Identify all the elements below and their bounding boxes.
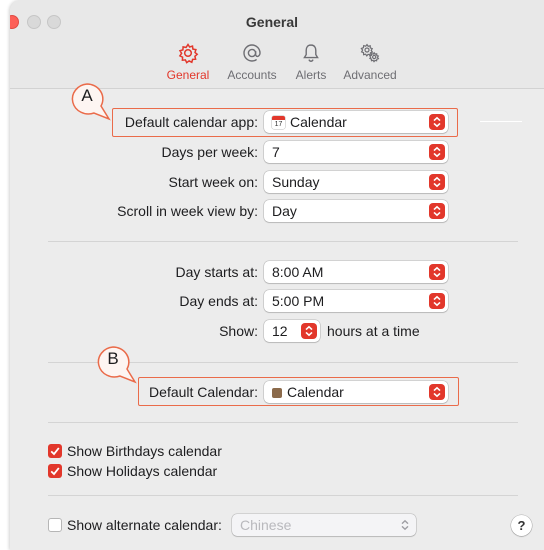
day-ends-label: Day ends at: <box>179 293 258 309</box>
tab-alerts[interactable]: Alerts <box>290 42 332 82</box>
tab-advanced[interactable]: Advanced <box>340 42 400 82</box>
scroll-week-value: Day <box>272 203 297 219</box>
separator <box>48 495 518 496</box>
alternate-calendar-label: Show alternate calendar: <box>67 517 222 533</box>
chevron-updown-icon <box>429 264 445 280</box>
calendar-color-swatch <box>272 388 282 398</box>
show-hours-value: 12 <box>272 323 288 339</box>
day-starts-value: 8:00 AM <box>272 264 324 280</box>
decorative-line <box>480 121 522 122</box>
chevron-updown-icon <box>429 203 445 219</box>
calendar-app-icon: 17 <box>272 116 285 129</box>
show-hours-select[interactable]: 12 <box>264 320 320 342</box>
default-calendar-value: Calendar <box>287 384 344 400</box>
separator <box>48 241 518 242</box>
alternate-calendar-value: Chinese <box>240 517 292 533</box>
days-per-week-value: 7 <box>272 144 280 160</box>
chevron-updown-icon <box>429 114 445 130</box>
title-bar: General General Accounts Alerts Advanced <box>10 0 544 89</box>
checkmark-icon <box>50 467 60 476</box>
holidays-checkbox[interactable] <box>48 464 62 478</box>
tab-general[interactable]: General <box>160 42 216 82</box>
default-app-label: Default calendar app: <box>124 114 258 130</box>
chevron-updown-icon <box>429 174 445 190</box>
scroll-week-select[interactable]: Day <box>264 200 448 222</box>
default-calendar-select[interactable]: Calendar <box>264 381 448 403</box>
callout-b-label: B <box>107 349 119 368</box>
default-calendar-label: Default Calendar: <box>149 384 258 400</box>
tab-general-label: General <box>166 68 210 82</box>
checkmark-icon <box>50 447 60 456</box>
default-app-value: Calendar <box>290 114 347 130</box>
separator <box>48 422 518 423</box>
show-hours-label: Show: <box>219 323 258 339</box>
default-app-select[interactable]: 17 Calendar <box>264 111 448 133</box>
window-title: General <box>245 14 299 30</box>
alternate-calendar-select[interactable]: Chinese <box>232 514 416 536</box>
chevron-updown-icon <box>429 293 445 309</box>
start-week-value: Sunday <box>272 174 320 190</box>
at-icon <box>222 42 282 64</box>
bell-icon <box>290 42 332 64</box>
chevron-updown-icon <box>429 144 445 160</box>
chevron-updown-icon <box>429 384 445 400</box>
gear-icon <box>160 42 216 64</box>
start-week-select[interactable]: Sunday <box>264 171 448 193</box>
callout-a-label: A <box>81 86 93 105</box>
day-starts-label: Day starts at: <box>175 264 258 280</box>
days-per-week-select[interactable]: 7 <box>264 141 448 163</box>
chevron-updown-icon <box>397 517 413 533</box>
alternate-calendar-checkbox[interactable] <box>48 518 62 532</box>
gears-icon <box>340 42 400 64</box>
tab-accounts[interactable]: Accounts <box>222 42 282 82</box>
tab-accounts-label: Accounts <box>227 68 277 82</box>
day-starts-select[interactable]: 8:00 AM <box>264 261 448 283</box>
day-ends-value: 5:00 PM <box>272 293 325 309</box>
tab-advanced-label: Advanced <box>343 68 397 82</box>
chevron-updown-icon <box>301 323 317 339</box>
start-week-label: Start week on: <box>168 174 259 190</box>
show-hours-suffix: hours at a time <box>327 323 420 339</box>
days-per-week-label: Days per week: <box>161 144 258 160</box>
tab-alerts-label: Alerts <box>295 68 327 82</box>
birthdays-label: Show Birthdays calendar <box>67 443 222 459</box>
birthdays-checkbox[interactable] <box>48 444 62 458</box>
day-ends-select[interactable]: 5:00 PM <box>264 290 448 312</box>
scroll-week-label: Scroll in week view by: <box>117 203 258 219</box>
help-button[interactable]: ? <box>511 515 532 536</box>
holidays-label: Show Holidays calendar <box>67 463 218 479</box>
